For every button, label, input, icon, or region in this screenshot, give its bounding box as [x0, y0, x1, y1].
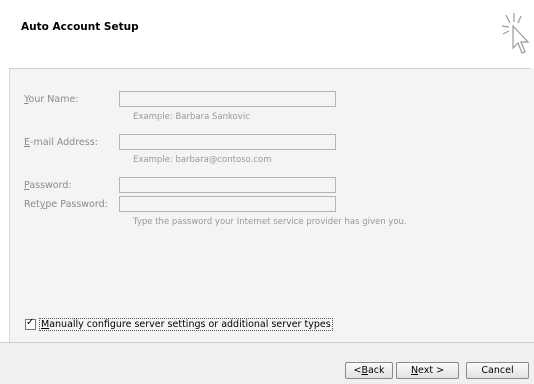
email-field[interactable] — [119, 134, 336, 150]
your-name-hint: Example: Barbara Sankovic — [133, 112, 250, 122]
page-title: Auto Account Setup — [21, 21, 139, 33]
manual-config-label[interactable]: Manually configure server settings or ad… — [39, 318, 333, 331]
cancel-button[interactable]: Cancel — [466, 362, 529, 379]
auto-account-setup-dialog: Auto Account Setup Your Name: Example: B… — [0, 0, 534, 384]
password-label: Password: — [24, 180, 72, 191]
check-mark-icon: ✓ — [26, 317, 35, 328]
email-label: E-mail Address: — [24, 137, 98, 148]
your-name-label: Your Name: — [24, 94, 79, 105]
password-field[interactable] — [119, 177, 336, 193]
manual-config-checkbox[interactable]: ✓ — [25, 317, 36, 330]
pointer-cursor-icon — [501, 13, 530, 54]
next-button[interactable]: Next > — [396, 362, 459, 379]
back-button[interactable]: < Back — [345, 362, 393, 379]
retype-password-field[interactable] — [119, 196, 336, 212]
email-hint: Example: barbara@contoso.com — [133, 155, 272, 165]
password-hint: Type the password your Internet service … — [133, 217, 407, 227]
dialog-header: Auto Account Setup — [0, 0, 534, 66]
your-name-field[interactable] — [119, 91, 336, 107]
panel-edge — [530, 68, 534, 342]
manual-config-row[interactable]: ✓ Manually configure server settings or … — [25, 317, 333, 331]
retype-password-label: Retype Password: — [24, 199, 108, 210]
